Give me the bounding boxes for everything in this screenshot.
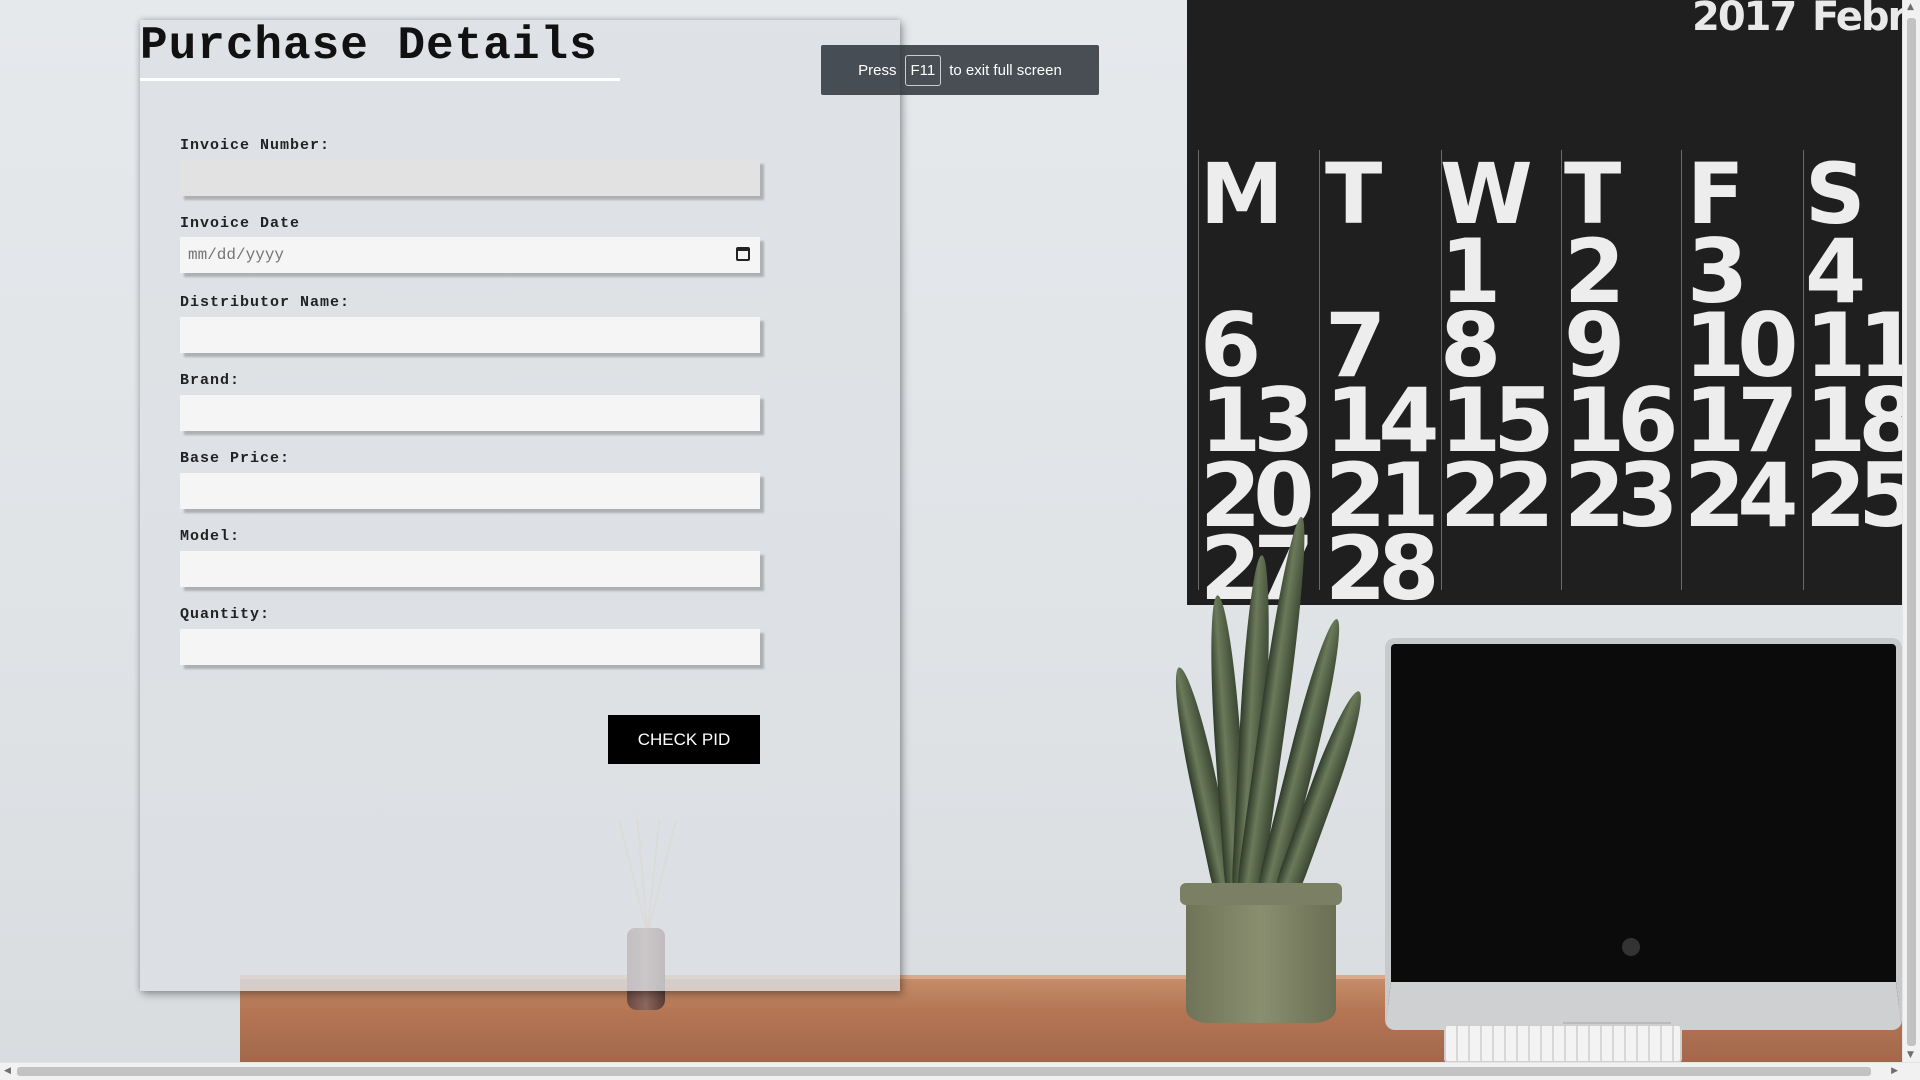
calendar-date: 28 — [1325, 517, 1439, 620]
wall-calendar: 2017 Febru M T W T F S 1 2 3 4 6 7 8 9 1… — [1187, 0, 1920, 613]
invoice-number-label: Invoice Number: — [180, 137, 331, 154]
calendar-icon[interactable] — [736, 247, 750, 261]
fullscreen-exit-notice: Press F11 to exit full screen — [821, 45, 1099, 95]
scroll-up-arrow-icon[interactable]: ▲ — [1907, 3, 1914, 12]
scroll-down-arrow-icon[interactable]: ▼ — [1907, 1051, 1914, 1060]
invoice-date-input[interactable] — [180, 237, 760, 273]
scroll-right-arrow-icon[interactable]: ▶ — [1891, 1067, 1898, 1076]
horizontal-scroll-thumb[interactable] — [17, 1067, 1871, 1076]
calendar-date: 24 — [1684, 444, 1798, 547]
base-price-label: Base Price: — [180, 450, 291, 467]
invoice-date-field[interactable] — [180, 237, 760, 273]
f11-key-badge: F11 — [904, 54, 942, 86]
page-title: Purchase Details — [140, 20, 620, 81]
calendar-date: 23 — [1564, 444, 1678, 547]
calendar-day-header: T — [1325, 145, 1382, 243]
calendar-divider — [1561, 150, 1562, 590]
distributor-name-input[interactable] — [180, 317, 760, 353]
calendar-date: 22 — [1440, 444, 1554, 547]
calendar-day-header: M — [1200, 145, 1284, 243]
brand-label: Brand: — [180, 372, 241, 389]
model-label: Model: — [180, 528, 241, 545]
quantity-label: Quantity: — [180, 606, 271, 623]
quantity-input[interactable] — [180, 629, 760, 665]
notice-text-before: Press — [858, 61, 897, 79]
invoice-number-input[interactable] — [180, 160, 760, 196]
horizontal-scrollbar[interactable]: ◀ ▶ — [0, 1062, 1920, 1080]
calendar-divider — [1198, 150, 1199, 590]
invoice-date-label: Invoice Date — [180, 215, 301, 232]
apple-logo-icon — [1622, 938, 1640, 956]
base-price-input[interactable] — [180, 473, 760, 509]
check-pid-button[interactable]: CHECK PID — [608, 715, 760, 764]
model-input[interactable] — [180, 551, 760, 587]
purchase-details-panel: Purchase Details Invoice Number: Invoice… — [140, 20, 900, 991]
vertical-scroll-thumb[interactable] — [1907, 18, 1916, 1046]
vertical-scrollbar[interactable]: ▲ ▼ — [1902, 0, 1920, 1063]
calendar-year: 2017 — [1692, 0, 1797, 40]
desktop-monitor — [1385, 638, 1902, 1030]
plant-pot — [1180, 883, 1342, 1023]
scroll-left-arrow-icon[interactable]: ◀ — [4, 1067, 11, 1076]
distributor-name-label: Distributor Name: — [180, 294, 351, 311]
brand-input[interactable] — [180, 395, 760, 431]
notice-text-after: to exit full screen — [949, 61, 1062, 79]
keyboard — [1444, 1024, 1682, 1063]
